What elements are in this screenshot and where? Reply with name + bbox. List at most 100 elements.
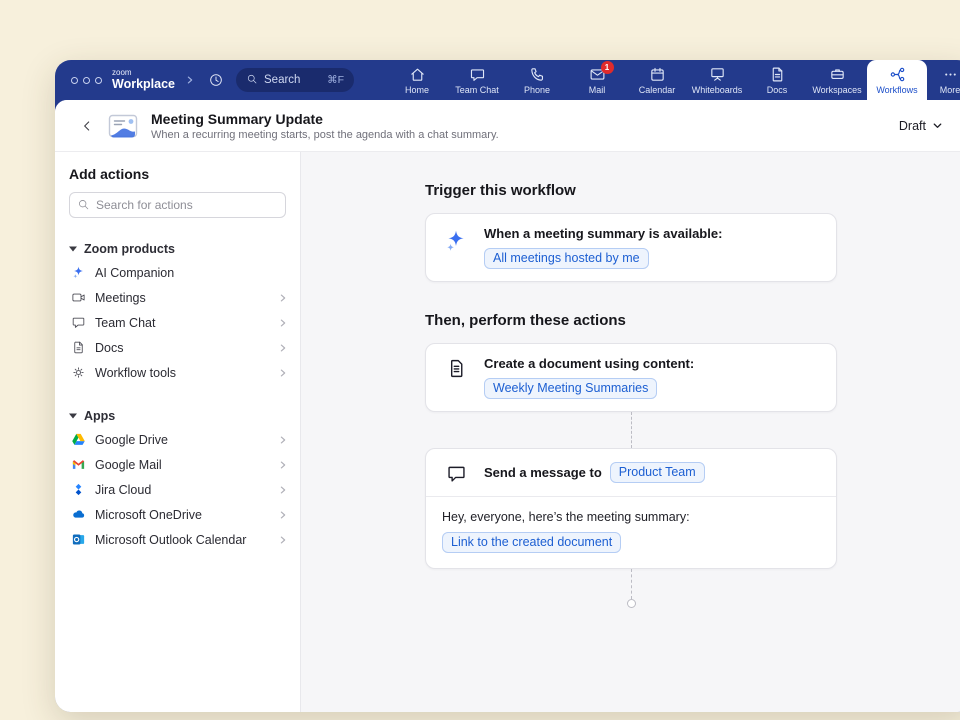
chevron-right-icon — [278, 485, 288, 495]
calendar-icon — [649, 66, 666, 83]
nav-item-mail[interactable]: 1 Mail — [567, 60, 627, 100]
logo-zoom-text: zoom — [112, 69, 175, 77]
window-controls[interactable] — [71, 77, 102, 84]
flow-end-node[interactable] — [627, 599, 636, 608]
nav-item-more[interactable]: More — [927, 60, 960, 100]
search-actions-input[interactable] — [69, 192, 286, 218]
nav-item-phone[interactable]: Phone — [507, 60, 567, 100]
window-control-dot[interactable] — [71, 77, 78, 84]
workflow-canvas: Trigger this workflow When a meeting sum… — [301, 152, 960, 712]
trigger-card-content: When a meeting summary is available: All… — [484, 226, 722, 269]
sidebar-item-meetings[interactable]: Meetings — [55, 285, 300, 310]
sidebar-item-label: AI Companion — [95, 266, 174, 280]
sidebar-item-label: Workflow tools — [95, 366, 176, 380]
nav-item-workspaces[interactable]: Workspaces — [807, 60, 867, 100]
nav-item-team-chat[interactable]: Team Chat — [447, 60, 507, 100]
mail-badge: 1 — [601, 61, 614, 74]
sidebar-item-label: Microsoft OneDrive — [95, 508, 202, 522]
send-message-row: Send a message to Product Team — [484, 462, 705, 483]
sidebar-item-google-mail[interactable]: Google Mail — [55, 452, 300, 477]
history-icon[interactable] — [205, 70, 226, 91]
global-search[interactable]: Search ⌘F — [236, 68, 354, 92]
sidebar-item-microsoft-outlook-calendar[interactable]: Microsoft Outlook Calendar — [55, 527, 300, 552]
workspaces-icon — [829, 66, 846, 83]
send-message-card[interactable]: Send a message to Product Team Hey, ever… — [425, 448, 837, 569]
nav-item-whiteboards[interactable]: Whiteboards — [687, 60, 747, 100]
section-header-apps[interactable]: Apps — [55, 405, 300, 427]
sidebar-item-label: Docs — [95, 341, 123, 355]
docs-icon — [769, 66, 786, 83]
top-navigation: zoom Workplace Search ⌘F — [55, 60, 960, 100]
nav-item-label: Workspaces — [812, 85, 861, 95]
triangle-down-icon — [69, 413, 77, 419]
nav-item-docs[interactable]: Docs — [747, 60, 807, 100]
connector-dashed — [631, 412, 632, 448]
sidebar-item-ai-companion[interactable]: AI Companion — [55, 260, 300, 285]
sidebar-item-label: Google Drive — [95, 433, 168, 447]
nav-item-home[interactable]: Home — [387, 60, 447, 100]
whiteboard-icon — [709, 66, 726, 83]
sidebar-item-team-chat[interactable]: Team Chat — [55, 310, 300, 335]
trigger-text: When a meeting summary is available: — [484, 226, 722, 241]
workflow-surface: Meeting Summary Update When a recurring … — [55, 100, 960, 712]
nav-item-label: Docs — [767, 85, 788, 95]
actions-sidebar: Add actions Zoom products — [55, 152, 301, 712]
sidebar-item-microsoft-onedrive[interactable]: Microsoft OneDrive — [55, 502, 300, 527]
sidebar-item-label: Microsoft Outlook Calendar — [95, 533, 246, 547]
create-document-token[interactable]: Weekly Meeting Summaries — [484, 378, 657, 399]
chevron-right-icon — [278, 343, 288, 353]
workflows-icon — [889, 66, 906, 83]
nav-item-label: Calendar — [639, 85, 676, 95]
triangle-down-icon — [69, 246, 77, 252]
nav-item-calendar[interactable]: Calendar — [627, 60, 687, 100]
workflow-flow: Trigger this workflow When a meeting sum… — [425, 182, 837, 608]
home-icon — [409, 66, 426, 83]
sidebar-item-jira-cloud[interactable]: Jira Cloud — [55, 477, 300, 502]
send-message-text: Send a message to — [484, 465, 602, 480]
draft-status-dropdown[interactable]: Draft — [893, 115, 949, 137]
window-control-dot[interactable] — [95, 77, 102, 84]
back-button[interactable] — [79, 118, 95, 134]
create-document-card[interactable]: Create a document using content: Weekly … — [425, 343, 837, 412]
jira-icon — [70, 482, 86, 497]
zoom-workplace-logo[interactable]: zoom Workplace — [112, 69, 175, 91]
nav-item-label: Workflows — [876, 85, 917, 95]
workflow-body: Add actions Zoom products — [55, 152, 960, 712]
google-drive-icon — [70, 432, 86, 447]
page-title: Meeting Summary Update — [151, 111, 499, 127]
send-message-token[interactable]: Product Team — [610, 462, 705, 483]
sidebar-item-label: Meetings — [95, 291, 146, 305]
chevron-right-icon — [278, 535, 288, 545]
nav-item-label: More — [940, 85, 960, 95]
trigger-card[interactable]: When a meeting summary is available: All… — [425, 213, 837, 282]
search-icon — [77, 198, 90, 216]
sidebar-item-google-drive[interactable]: Google Drive — [55, 427, 300, 452]
video-camera-icon — [70, 290, 86, 305]
sidebar-heading: Add actions — [55, 166, 300, 182]
workflow-thumbnail-icon — [108, 114, 138, 138]
ai-sparkle-icon — [70, 265, 86, 280]
chevron-right-icon[interactable] — [185, 75, 195, 85]
connector-dashed — [631, 569, 632, 599]
create-document-content: Create a document using content: Weekly … — [484, 356, 694, 399]
chat-bubble-icon — [442, 461, 470, 484]
send-message-header: Send a message to Product Team — [426, 449, 836, 497]
nav-item-label: Mail — [589, 85, 606, 95]
nav-item-label: Team Chat — [455, 85, 499, 95]
nav-item-workflows[interactable]: Workflows — [867, 60, 927, 100]
trigger-token[interactable]: All meetings hosted by me — [484, 248, 649, 269]
chevron-right-icon — [278, 510, 288, 520]
chevron-right-icon — [278, 435, 288, 445]
message-body-token[interactable]: Link to the created document — [442, 532, 621, 553]
sidebar-item-docs[interactable]: Docs — [55, 335, 300, 360]
nav-item-label: Home — [405, 85, 429, 95]
workflow-title-block: Meeting Summary Update When a recurring … — [151, 111, 499, 141]
window-control-dot[interactable] — [83, 77, 90, 84]
sidebar-item-label: Team Chat — [95, 316, 155, 330]
section-header-zoom-products[interactable]: Zoom products — [55, 238, 300, 260]
section-label: Zoom products — [84, 242, 175, 256]
sidebar-item-workflow-tools[interactable]: Workflow tools — [55, 360, 300, 385]
create-document-text: Create a document using content: — [484, 356, 694, 371]
ai-sparkle-icon — [442, 226, 470, 269]
phone-icon — [529, 66, 546, 83]
